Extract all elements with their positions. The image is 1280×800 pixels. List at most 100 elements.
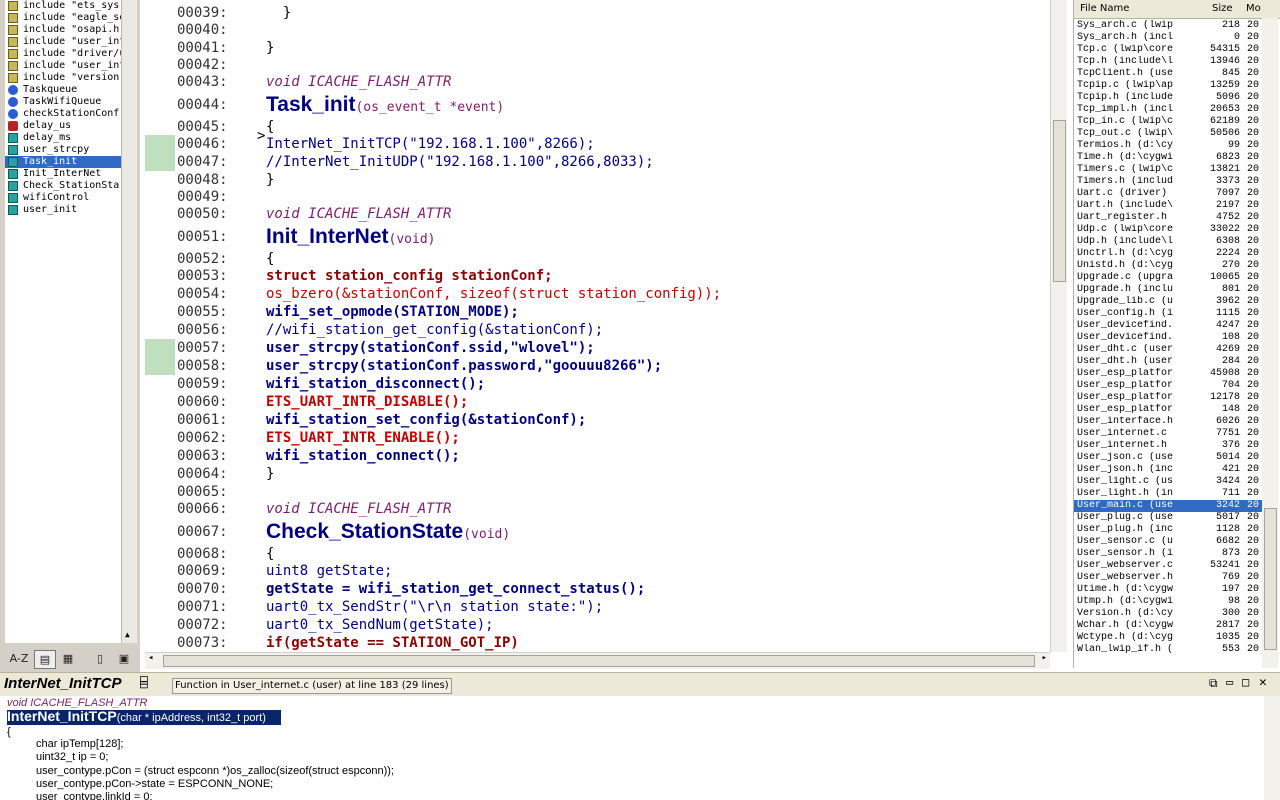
context-code-view[interactable]: void ICACHE_FLASH_ATTR InterNet_InitTCP(… <box>0 696 1264 800</box>
settings-icon[interactable]: ▣ <box>114 650 134 667</box>
symbol-item[interactable]: include "version. <box>5 72 121 84</box>
file-row[interactable]: Tcpip.h (include 5096 20 <box>1074 92 1264 104</box>
symbol-item[interactable]: include "user_int <box>5 36 121 48</box>
file-row[interactable]: Wctype.h (d:\cyg 1035 20 <box>1074 632 1264 644</box>
file-row[interactable]: Timers.c (lwip\c 13821 20 <box>1074 164 1264 176</box>
file-row[interactable]: User_plug.c (use 5017 20 <box>1074 512 1264 524</box>
file-row[interactable]: User_esp_platfor 704 20 <box>1074 380 1264 392</box>
context-scrollbar[interactable] <box>1264 696 1280 800</box>
file-row[interactable]: Utmp.h (d:\cygwi 98 20 <box>1074 596 1264 608</box>
file-row[interactable]: Version.h (d:\cy 300 20 <box>1074 608 1264 620</box>
file-row[interactable]: Sys_arch.c (lwip 218 20 <box>1074 20 1264 32</box>
file-row[interactable]: Udp.c (lwip\core 33022 20 <box>1074 224 1264 236</box>
file-row[interactable]: User_light.h (in 711 20 <box>1074 488 1264 500</box>
scroll-thumb[interactable] <box>1053 120 1066 282</box>
file-row[interactable]: Tcp.h (include\l 13946 20 <box>1074 56 1264 68</box>
file-row[interactable]: User_devicefind. 108 20 <box>1074 332 1264 344</box>
symbol-item[interactable]: Taskqueue <box>5 84 121 96</box>
file-row[interactable]: TcpClient.h (use 845 20 <box>1074 68 1264 80</box>
file-row[interactable]: User_esp_platfor 45908 20 <box>1074 368 1264 380</box>
sort-az-button[interactable]: A-Z <box>8 650 30 667</box>
function-name[interactable]: Init_InterNet <box>266 225 389 248</box>
symbol-item[interactable]: include "user_int <box>5 60 121 72</box>
scroll-thumb[interactable] <box>1264 508 1277 650</box>
file-row[interactable]: Sys_arch.h (incl 0 20 <box>1074 32 1264 44</box>
file-row[interactable]: Time.h (d:\cygwi 6823 20 <box>1074 152 1264 164</box>
close-icon[interactable]: ✕ <box>1259 675 1267 690</box>
file-row[interactable]: Uart.h (include\ 2197 20 <box>1074 200 1264 212</box>
symbol-item[interactable]: wifiControl <box>5 192 121 204</box>
symbol-item[interactable]: Task_init <box>5 156 121 168</box>
file-row[interactable]: Termios.h (d:\cy 99 20 <box>1074 140 1264 152</box>
file-row[interactable]: User_webserver.c 53241 20 <box>1074 560 1264 572</box>
file-row[interactable]: User_light.c (us 3424 20 <box>1074 476 1264 488</box>
file-row[interactable]: Upgrade.h (inclu 801 20 <box>1074 284 1264 296</box>
file-row[interactable]: User_dht.c (user 4269 20 <box>1074 344 1264 356</box>
file-row[interactable]: Utime.h (d:\cygw 197 20 <box>1074 584 1264 596</box>
file-row[interactable]: User_sensor.c (u 6682 20 <box>1074 536 1264 548</box>
column-header-modified[interactable]: Mo <box>1246 0 1261 18</box>
function-name[interactable]: Check_StationState <box>266 520 463 543</box>
file-row[interactable]: User_json.c (use 5014 20 <box>1074 452 1264 464</box>
file-row[interactable]: User_interface.h 6026 20 <box>1074 416 1264 428</box>
symbol-item[interactable]: user_strcpy <box>5 144 121 156</box>
file-row[interactable]: Wchar.h (d:\cygw 2817 20 <box>1074 620 1264 632</box>
file-row[interactable]: User_main.c (use 3242 20 <box>1074 500 1264 512</box>
function-name[interactable]: Task_init <box>266 93 355 116</box>
scroll-left-arrow-icon[interactable]: ◂ <box>148 653 153 663</box>
editor-vertical-scrollbar[interactable] <box>1050 0 1067 652</box>
symbol-list-scrollbar[interactable]: ▲ <box>122 0 137 643</box>
book-icon[interactable]: ▯ <box>90 650 110 667</box>
file-row[interactable]: User_devicefind. 4247 20 <box>1074 320 1264 332</box>
restore-icon[interactable]: ⧉ <box>1209 676 1218 691</box>
symbol-item[interactable]: delay_ms <box>5 132 121 144</box>
file-row[interactable]: Wlan_lwip_if.h (553 20 <box>1074 644 1264 656</box>
file-row[interactable]: Timers.h (includ 3373 20 <box>1074 176 1264 188</box>
file-row[interactable]: Tcpip.c (lwip\ap 13259 20 <box>1074 80 1264 92</box>
file-row[interactable]: Udp.h (include\l 6308 20 <box>1074 236 1264 248</box>
symbol-item[interactable]: include "ets_sys. <box>5 0 121 12</box>
symbol-item[interactable]: Check_StationSta <box>5 180 121 192</box>
symbol-item[interactable]: TaskWifiQueue <box>5 96 121 108</box>
file-row[interactable]: User_plug.h (inc 1128 20 <box>1074 524 1264 536</box>
maximize-icon[interactable]: □ <box>1242 675 1249 689</box>
file-row[interactable]: Upgrade_lib.c (u 3962 20 <box>1074 296 1264 308</box>
file-row[interactable]: Tcp_impl.h (incl 20653 20 <box>1074 104 1264 116</box>
file-row[interactable]: Tcp_in.c (lwip\c 62189 20 <box>1074 116 1264 128</box>
file-row[interactable]: User_esp_platfor 148 20 <box>1074 404 1264 416</box>
file-row[interactable]: Uart_register.h 4752 20 <box>1074 212 1264 224</box>
file-row[interactable]: User_webserver.h 769 20 <box>1074 572 1264 584</box>
list-view-icon[interactable]: ▤ <box>34 650 56 669</box>
scroll-right-arrow-icon[interactable]: ▸ <box>1042 653 1047 663</box>
file-row[interactable]: Upgrade.c (upgra 10065 20 <box>1074 272 1264 284</box>
symbol-item[interactable]: delay_us <box>5 120 121 132</box>
code-editor[interactable]: 00039: } 00040: 00041:} 00042: 00043: voi… <box>145 0 1050 652</box>
category-view-icon[interactable]: ▦ <box>58 650 78 667</box>
file-row[interactable]: User_config.h (i 1115 20 <box>1074 308 1264 320</box>
scroll-thumb[interactable] <box>163 655 1035 667</box>
file-row[interactable]: User_dht.h (user 284 20 <box>1074 356 1264 368</box>
file-row[interactable]: Tcp_out.c (lwip\ 50506 20 <box>1074 128 1264 140</box>
file-row[interactable]: Uart.c (driver) 7097 20 <box>1074 188 1264 200</box>
file-row[interactable]: User_internet.h 376 20 <box>1074 440 1264 452</box>
file-row[interactable]: User_sensor.h (i 873 20 <box>1074 548 1264 560</box>
editor-horizontal-scrollbar[interactable]: ◂ ▸ <box>145 652 1050 669</box>
symbol-item[interactable]: include "driver/u <box>5 48 121 60</box>
minimize-icon[interactable]: ▭ <box>1226 675 1233 689</box>
file-row[interactable]: Unistd.h (d:\cyg 270 20 <box>1074 260 1264 272</box>
file-row[interactable]: User_esp_platfor 12178 20 <box>1074 392 1264 404</box>
symbol-item[interactable]: include "eagle_so <box>5 12 121 24</box>
scroll-down-arrow-icon[interactable]: ▲ <box>125 630 130 639</box>
column-header-file-name[interactable]: File Name <box>1080 0 1129 18</box>
column-header-size[interactable]: Size <box>1212 0 1233 18</box>
symbol-item[interactable]: include "osapi.h" <box>5 24 121 36</box>
file-row[interactable]: User_json.h (inc 421 20 <box>1074 464 1264 476</box>
file-list-scrollbar[interactable] <box>1262 18 1278 668</box>
symbol-item[interactable]: checkStationConf <box>5 108 121 120</box>
symbol-item[interactable]: Init_InterNet <box>5 168 121 180</box>
symbol-item[interactable]: user_init <box>5 204 121 216</box>
file-row[interactable]: Unctrl.h (d:\cyg 2224 20 <box>1074 248 1264 260</box>
symbol-lookup-icon[interactable]: ⌸ <box>140 676 148 691</box>
file-row[interactable]: Tcp.c (lwip\core 54315 20 <box>1074 44 1264 56</box>
file-row[interactable]: User_internet.c 7751 20 <box>1074 428 1264 440</box>
